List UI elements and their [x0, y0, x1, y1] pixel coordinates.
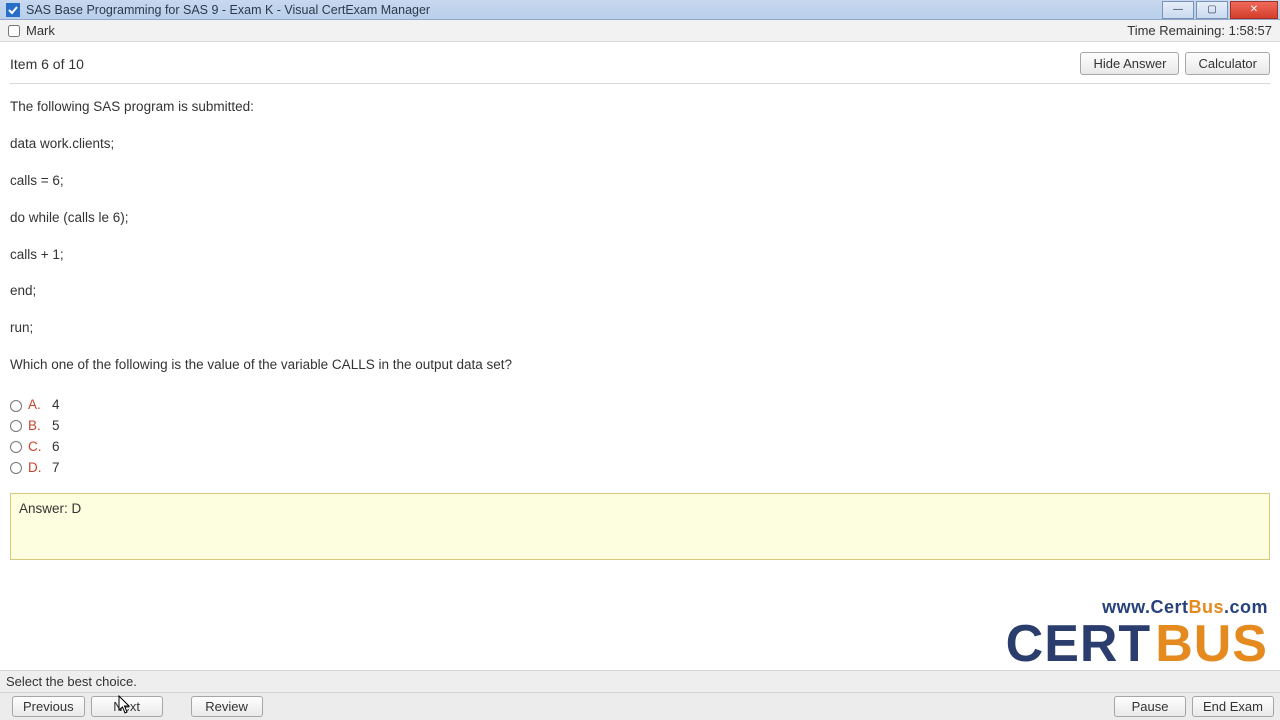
calculator-button[interactable]: Calculator: [1185, 52, 1270, 75]
footer: Previous Next Review Pause End Exam: [0, 692, 1280, 720]
close-button[interactable]: ✕: [1230, 1, 1278, 19]
titlebar: SAS Base Programming for SAS 9 - Exam K …: [0, 0, 1280, 20]
mark-bar: Mark Time Remaining: 1:58:57: [0, 20, 1280, 42]
radio-d[interactable]: [10, 462, 22, 474]
choice-b[interactable]: B. 5: [10, 416, 1270, 437]
watermark-logo: CERT BUS: [1006, 618, 1268, 670]
hide-answer-button[interactable]: Hide Answer: [1080, 52, 1179, 75]
watermark: www.CertBus.com CERT BUS: [1006, 597, 1268, 670]
choice-letter: A.: [28, 396, 46, 415]
choice-d[interactable]: D. 7: [10, 458, 1270, 479]
answer-text: Answer: D: [19, 501, 81, 516]
pause-button[interactable]: Pause: [1114, 696, 1186, 717]
choice-value: 7: [52, 459, 60, 478]
radio-c[interactable]: [10, 441, 22, 453]
logo-left: CERT: [1006, 618, 1152, 670]
code-line: end;: [10, 282, 1270, 301]
item-counter: Item 6 of 10: [10, 56, 84, 72]
question-body: The following SAS program is submitted: …: [10, 84, 1270, 560]
choices: A. 4 B. 5 C. 6 D. 7: [10, 393, 1270, 479]
logo-right: BUS: [1155, 618, 1268, 670]
answer-panel: Answer: D: [10, 493, 1270, 560]
next-button[interactable]: Next: [91, 696, 163, 717]
code-line: calls + 1;: [10, 246, 1270, 265]
hint-bar: Select the best choice.: [0, 670, 1280, 692]
question-prompt: Which one of the following is the value …: [10, 356, 1270, 375]
item-header: Item 6 of 10 Hide Answer Calculator: [10, 50, 1270, 84]
radio-b[interactable]: [10, 420, 22, 432]
content-area: Item 6 of 10 Hide Answer Calculator The …: [0, 42, 1280, 670]
choice-c[interactable]: C. 6: [10, 437, 1270, 458]
maximize-button[interactable]: ▢: [1196, 1, 1228, 19]
choice-value: 5: [52, 417, 60, 436]
app-icon: [6, 3, 20, 17]
end-exam-button[interactable]: End Exam: [1192, 696, 1274, 717]
choice-letter: C.: [28, 438, 46, 457]
code-line: run;: [10, 319, 1270, 338]
mark-checkbox[interactable]: [8, 25, 20, 37]
code-line: calls = 6;: [10, 172, 1270, 191]
review-button[interactable]: Review: [191, 696, 263, 717]
minimize-button[interactable]: —: [1162, 1, 1194, 19]
choice-a[interactable]: A. 4: [10, 395, 1270, 416]
code-line: do while (calls le 6);: [10, 209, 1270, 228]
mark-label: Mark: [26, 23, 55, 38]
hint-text: Select the best choice.: [6, 674, 137, 689]
time-remaining: Time Remaining: 1:58:57: [1127, 23, 1272, 38]
choice-value: 4: [52, 396, 60, 415]
radio-a[interactable]: [10, 400, 22, 412]
choice-letter: D.: [28, 459, 46, 478]
previous-button[interactable]: Previous: [12, 696, 85, 717]
window-title: SAS Base Programming for SAS 9 - Exam K …: [26, 3, 1160, 17]
choice-letter: B.: [28, 417, 46, 436]
code-line: data work.clients;: [10, 135, 1270, 154]
window-controls: — ▢ ✕: [1160, 1, 1278, 19]
question-intro: The following SAS program is submitted:: [10, 98, 1270, 117]
choice-value: 6: [52, 438, 60, 457]
